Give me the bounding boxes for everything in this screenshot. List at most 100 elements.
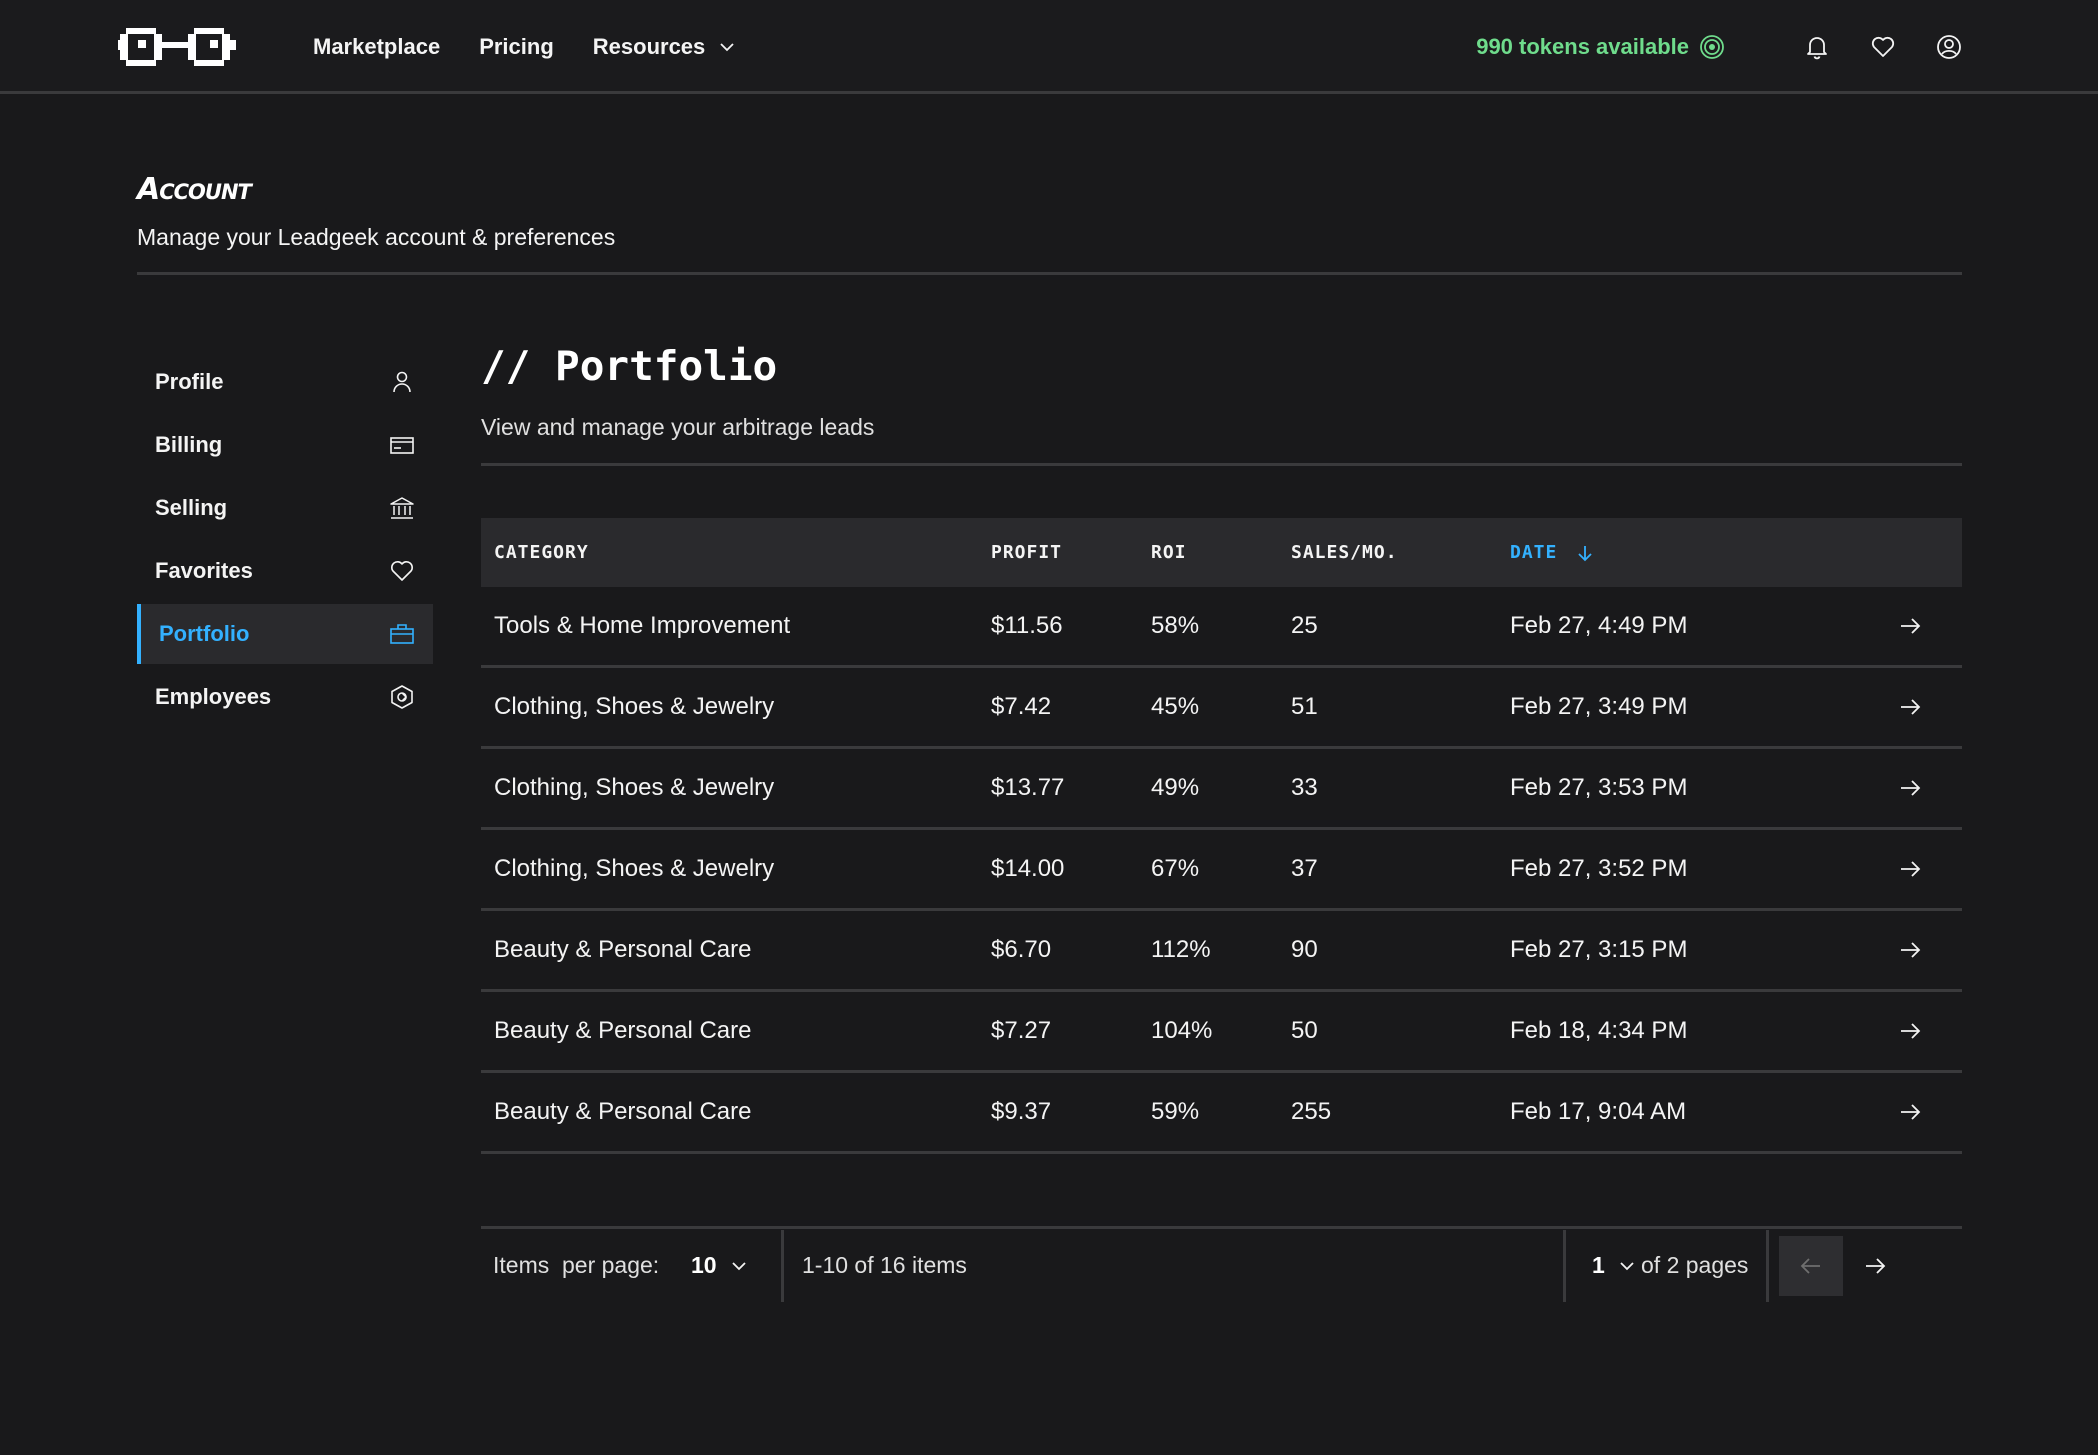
column-header-category[interactable]: CATEGORY [494,542,1004,563]
pagination-bar: Items per page: 10 1-10 of 16 items 1 of… [481,1226,1962,1302]
column-header-roi[interactable]: ROI [1151,542,1291,563]
sidebar-item-selling[interactable]: Selling [137,478,433,538]
nav-marketplace-label: Marketplace [313,34,441,59]
bell-icon [1807,37,1827,60]
sidebar-item-label: Profile [155,369,224,394]
cell-sales: 25 [1291,612,1318,639]
cell-sales: 37 [1291,855,1318,882]
chevron-down-icon [1620,1261,1634,1270]
portfolio-panel: // Portfolio View and manage your arbitr… [481,340,1962,1302]
sidebar-item-favorites[interactable]: Favorites [137,541,433,601]
cell-date: Feb 27, 4:49 PM [1510,612,1688,639]
total-pages-label: of 2 pages [1641,1252,1749,1278]
cell-date: Feb 27, 3:15 PM [1510,936,1688,963]
table-row[interactable]: Clothing, Shoes & Jewelry $7.42 45% 51 Feb 2… [481,668,1962,749]
nav-marketplace[interactable]: Marketplace [313,34,440,60]
open-lead-button[interactable] [1890,1099,1930,1125]
cell-profit: $13.77 [991,774,1065,801]
target-icon [1700,35,1724,59]
page-select[interactable]: 1 [1566,1252,1641,1279]
sidebar-item-label: Portfolio [159,621,250,646]
cell-roi: 67% [1151,855,1200,882]
cell-roi: 59% [1151,1098,1200,1125]
open-lead-button[interactable] [1890,1018,1930,1044]
chevron-down-icon [731,1261,746,1270]
account-title: Account [137,172,252,207]
arrow-right-icon [1866,1257,1886,1274]
column-header-date[interactable]: DATE [1510,542,1890,563]
heart-icon [391,561,413,581]
cell-category: Clothing, Shoes & Jewelry [494,774,775,801]
arrow-right-icon [1901,618,1921,634]
open-lead-button[interactable] [1890,613,1930,639]
chevron-down-icon [720,43,734,52]
nav-pricing-label: Pricing [479,34,554,59]
account-sidebar: Profile Billing Selling Favorites Portfo… [137,352,433,730]
open-lead-button[interactable] [1890,937,1930,963]
current-page-value: 1 [1592,1252,1605,1278]
table-row[interactable]: Beauty & Personal Care $7.27 104% 50 Feb 18,… [481,992,1962,1073]
user-avatar-icon [1937,35,1961,59]
table-row[interactable]: Clothing, Shoes & Jewelry $14.00 67% 37 Feb … [481,830,1962,911]
table-row[interactable]: Clothing, Shoes & Jewelry $13.77 49% 33 Feb … [481,749,1962,830]
cell-category: Clothing, Shoes & Jewelry [494,693,775,720]
sidebar-item-label: Selling [155,495,228,520]
column-header-profit[interactable]: PROFIT [991,542,1151,563]
arrow-left-icon [1800,1257,1820,1274]
portfolio-table: CATEGORY PROFIT ROI SALES/MO. DATE Tools… [481,518,1962,1154]
items-per-page-select[interactable]: 10 [691,1252,781,1279]
cell-roi: 104% [1151,1017,1213,1044]
table-header: CATEGORY PROFIT ROI SALES/MO. DATE [481,518,1962,587]
cell-category: Beauty & Personal Care [494,1098,752,1125]
leadgeek-logo[interactable] [118,24,238,70]
cell-date: Feb 17, 9:04 AM [1510,1098,1687,1125]
account-subtitle: Manage your Leadgeek account & preferenc… [137,224,616,250]
table-row[interactable]: Beauty & Personal Care $9.37 59% 255 Feb 17,… [481,1073,1962,1154]
nav-pricing[interactable]: Pricing [479,34,554,60]
user-menu-button[interactable] [1935,33,1963,61]
credit-card-icon [390,437,414,454]
items-per-page-label: Items per page: [493,1252,660,1278]
open-lead-button[interactable] [1890,775,1930,801]
sidebar-item-profile[interactable]: Profile [137,352,433,412]
open-lead-button[interactable] [1890,856,1930,882]
cell-profit: $6.70 [991,936,1052,963]
bank-icon [390,497,414,519]
sidebar-item-employees[interactable]: Employees [137,667,433,727]
sidebar-item-portfolio[interactable]: Portfolio [137,604,433,664]
cell-date: Feb 27, 3:52 PM [1510,855,1688,882]
briefcase-icon [390,624,414,644]
previous-page-button[interactable] [1779,1235,1843,1296]
user-icon [393,371,411,393]
page-subtitle: View and manage your arbitrage leads [481,414,875,440]
pagination-divider [1766,1229,1769,1302]
cell-category: Tools & Home Improvement [494,612,791,639]
table-row[interactable]: Beauty & Personal Care $6.70 112% 90 Feb 27,… [481,911,1962,992]
cell-profit: $7.27 [991,1017,1052,1044]
arrow-right-icon [1901,1023,1921,1039]
notifications-button[interactable] [1803,33,1831,61]
cell-sales: 90 [1291,936,1318,963]
sidebar-item-billing[interactable]: Billing [137,415,433,475]
open-lead-button[interactable] [1890,694,1930,720]
cell-profit: $14.00 [991,855,1065,882]
favorites-button[interactable] [1869,33,1897,61]
table-row[interactable]: Tools & Home Improvement $11.56 58% 25 Feb 2… [481,587,1962,668]
arrow-right-icon [1901,780,1921,796]
sidebar-item-label: Employees [155,684,272,709]
cell-category: Beauty & Personal Care [494,936,752,963]
cell-roi: 112% [1151,936,1211,963]
items-per-page-value: 10 [691,1252,717,1278]
tokens-indicator[interactable]: 990 tokens available [1476,34,1725,60]
header-actions: 990 tokens available [1476,0,1963,94]
next-page-button[interactable] [1843,1236,1907,1296]
column-header-sales[interactable]: SALES/MO. [1291,542,1510,563]
arrow-right-icon [1901,1104,1921,1120]
items-range: 1-10 of 16 items [802,1252,967,1278]
page-divider [481,463,1962,466]
tokens-label: 990 tokens available [1476,34,1689,59]
cell-date: Feb 27, 3:53 PM [1510,774,1688,801]
account-divider [137,272,1962,275]
arrow-down-icon [1578,545,1592,561]
nav-resources-dropdown[interactable]: Resources [593,34,738,60]
